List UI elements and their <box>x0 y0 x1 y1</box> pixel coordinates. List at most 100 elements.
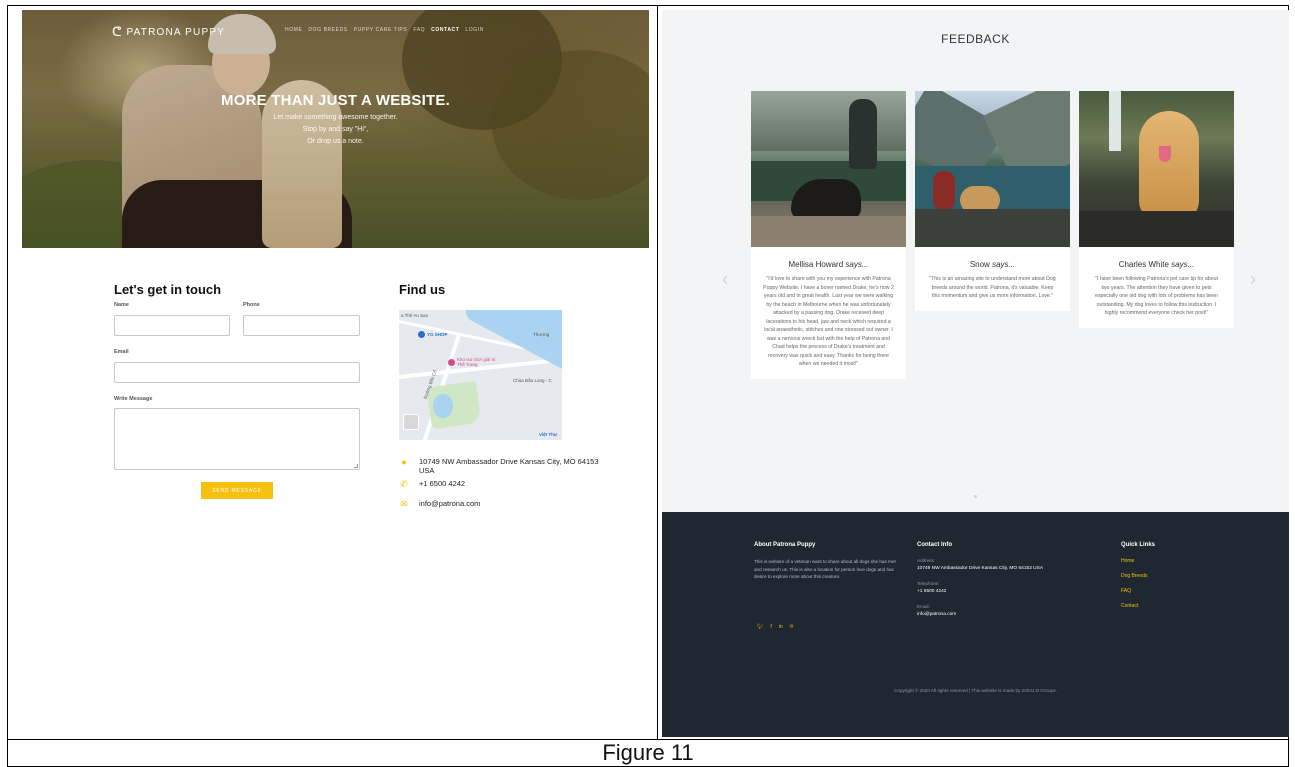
location-map[interactable]: a Thê An Sao YG SHOP Kho vui chơi giải t… <box>399 310 562 440</box>
footer-address: 10749 NW Ambassador Drive Kansas City, M… <box>917 566 1044 571</box>
reviewer-name-line: Mellisa Howard says... <box>751 260 906 269</box>
email-text[interactable]: info@patrona.com <box>419 499 480 508</box>
map-label: Chùa Đầu Long - C <box>513 378 552 383</box>
figure-caption: Figure 11 <box>602 739 694 765</box>
footer-telephone: +1 6500 4242 <box>917 589 947 594</box>
map-pin-icon <box>418 331 425 338</box>
photo-shore <box>751 216 906 247</box>
photo-mountain <box>751 91 906 151</box>
name-input[interactable] <box>114 315 230 336</box>
review-text: "This is an amazing site to understand m… <box>929 276 1056 299</box>
message-label: Write Message <box>114 396 153 402</box>
review-text: "I have been following Patrona's pet car… <box>1095 276 1218 316</box>
footer-contact-title: Contact Info <box>917 542 952 548</box>
pinterest-icon[interactable]: ℗ <box>790 624 794 630</box>
send-message-button[interactable]: SEND MESSAGE <box>201 482 273 499</box>
map-label: Kho vui chơi giải trí Thế Trang <box>457 357 496 367</box>
feedback-card: Mellisa Howard says... "I'd love to shar… <box>751 91 906 379</box>
twitter-icon[interactable]: 🐦︎ <box>757 624 763 630</box>
feedback-title: FEEDBACK <box>941 32 1010 46</box>
nav-dog-breeds[interactable]: DOG BREEDS <box>308 27 347 33</box>
footer-about-title: About Patrona Puppy <box>754 542 816 548</box>
email-label: Email <box>114 349 129 355</box>
map-label: Thượng <box>533 332 550 337</box>
map-lake <box>433 394 453 418</box>
map-thumbnail-control[interactable] <box>403 414 419 430</box>
photo-person <box>933 171 955 211</box>
photo-person <box>849 99 877 169</box>
address-text: 10749 NW Ambassador Drive Kansas City, M… <box>419 457 599 475</box>
footer-links-title: Quick Links <box>1121 542 1156 548</box>
address-row: ● 10749 NW Ambassador Drive Kansas City,… <box>399 457 599 475</box>
hero-title: MORE THAN JUST A WEBSITE. <box>221 92 450 109</box>
carousel-dots <box>662 495 1289 498</box>
chevron-left-icon[interactable]: ‹ <box>722 269 728 290</box>
feedback-photo <box>751 91 906 247</box>
nav-login[interactable]: LOGIN <box>465 27 484 33</box>
location-pin-icon: ● <box>401 457 407 467</box>
phone-label: Phone <box>243 302 260 308</box>
reviewer-name-line: Snow says... <box>915 260 1070 269</box>
map-pin-icon <box>448 359 455 366</box>
name-label: Name <box>114 302 129 308</box>
photo-waterfall <box>1109 91 1121 151</box>
map-label: YG SHOP <box>427 332 448 337</box>
says-label: says... <box>845 260 869 269</box>
hero-line: Stop by and say "Hi", <box>302 126 369 133</box>
carousel-dot[interactable] <box>974 495 977 498</box>
feedback-photo <box>915 91 1070 247</box>
footer-link-contact[interactable]: Contact <box>1121 603 1138 609</box>
footer-about-text: This is website of a veterian want to sh… <box>754 559 896 579</box>
find-us-title: Find us <box>399 282 446 297</box>
footer-link-home[interactable]: Home <box>1121 558 1134 564</box>
message-textarea[interactable] <box>114 408 360 470</box>
figure-divider <box>657 5 658 740</box>
footer-email[interactable]: info@patrona.com <box>917 612 956 617</box>
feedback-card: Snow says... "This is an amazing site to… <box>915 91 1070 311</box>
chevron-right-icon[interactable]: › <box>1250 269 1256 290</box>
reviewer-name-line: Charles White says... <box>1079 260 1234 269</box>
facebook-icon[interactable]: f <box>770 624 771 630</box>
resize-grip-icon[interactable] <box>354 464 358 468</box>
footer-email-label: Email: <box>917 604 930 609</box>
nav-contact[interactable]: CONTACT <box>431 27 459 33</box>
envelope-icon: ✉ <box>400 499 408 509</box>
email-row: ✉ info@patrona.com <box>399 499 480 510</box>
contact-page-screenshot: ᕦ PATRONA PUPPY HOME DOG BREEDS PUPPY CA… <box>22 10 649 738</box>
photo-dog-tongue <box>1159 146 1171 162</box>
photo-dog <box>1139 111 1199 221</box>
footer-copyright: Copyright © 2020 All rights reserved | T… <box>894 688 1057 693</box>
map-label: Việt Thư <box>539 432 558 437</box>
says-label: says... <box>1171 260 1195 269</box>
paw-icon: ᕦ <box>112 24 122 39</box>
footer-link-dog-breeds[interactable]: Dog Breeds <box>1121 573 1147 579</box>
says-label: says... <box>992 260 1016 269</box>
feedback-card: Charles White says... "I have been follo… <box>1079 91 1234 328</box>
email-input[interactable] <box>114 362 360 383</box>
nav-puppy-care-tips[interactable]: PUPPY CARE TIPS <box>354 27 408 33</box>
footer-address-label: Address: <box>917 558 936 563</box>
phone-icon: ✆ <box>400 479 408 489</box>
feedback-photo <box>1079 91 1234 247</box>
site-footer: About Patrona Puppy This is website of a… <box>662 512 1289 737</box>
social-links: 🐦︎ f in ℗ <box>757 624 793 630</box>
nav-faq[interactable]: FAQ <box>413 27 425 33</box>
reviewer-name: Charles White <box>1118 260 1169 269</box>
nav-home[interactable]: HOME <box>285 27 302 33</box>
photo-rock <box>1079 211 1234 247</box>
photo-dog <box>791 179 861 219</box>
brand-logo[interactable]: ᕦ PATRONA PUPPY <box>112 24 225 40</box>
phone-row: ✆ +1 6500 4242 <box>399 479 465 490</box>
phone-text: +1 6500 4242 <box>419 479 466 488</box>
map-label: a Thê An Sao <box>401 313 429 318</box>
reviewer-name: Mellisa Howard <box>788 260 844 269</box>
footer-link-faq[interactable]: FAQ <box>1121 588 1131 594</box>
hero-line: Let make something awesome together. <box>273 114 398 121</box>
hero-line: Or drop us a note. <box>307 138 364 145</box>
phone-input[interactable] <box>243 315 360 336</box>
brand-name: PATRONA PUPPY <box>126 26 226 38</box>
linkedin-icon[interactable]: in <box>779 624 783 630</box>
footer-telephone-label: Telephone: <box>917 581 940 586</box>
hero-banner: ᕦ PATRONA PUPPY HOME DOG BREEDS PUPPY CA… <box>22 10 649 248</box>
top-nav: HOME DOG BREEDS PUPPY CARE TIPS FAQ CONT… <box>285 27 484 33</box>
